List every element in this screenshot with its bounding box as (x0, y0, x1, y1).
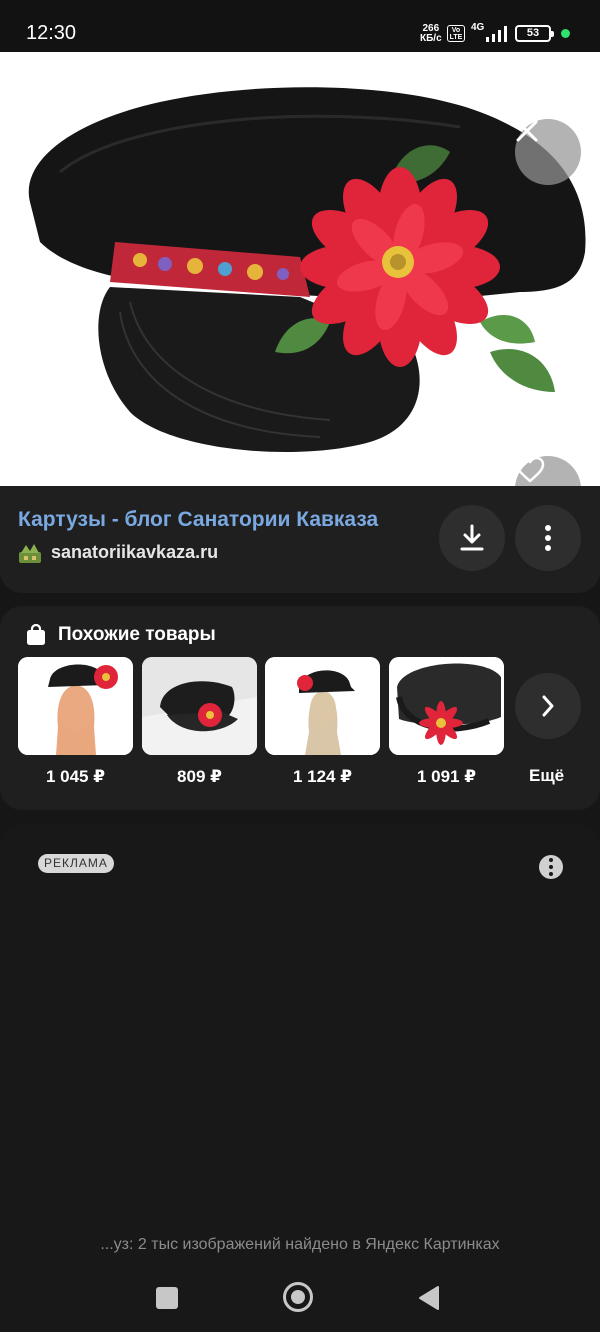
status-bar: 12:30 266 КБ/с Vo LTE 4G 53 (0, 0, 600, 52)
network-type: 4G (471, 22, 485, 33)
back-button[interactable] (418, 1285, 440, 1311)
product-image[interactable] (389, 657, 504, 755)
ad-menu-button[interactable] (539, 855, 563, 879)
volte-icon: Vo LTE (447, 25, 465, 42)
more-options-button[interactable] (515, 505, 581, 571)
cap-with-flower-image (28, 87, 586, 452)
results-count-text: ...уз: 2 тыс изображений найдено в Яндек… (100, 1236, 500, 1253)
system-nav-bar (0, 1262, 600, 1332)
similar-next-button[interactable] (515, 673, 581, 739)
similar-products-title: Похожие товары (58, 624, 216, 645)
site-favicon-icon (19, 544, 41, 563)
recents-button[interactable] (156, 1287, 178, 1309)
vertical-dots-icon (545, 525, 551, 551)
home-button[interactable] (283, 1282, 313, 1312)
signal-icon (486, 26, 507, 42)
product-image[interactable] (18, 657, 133, 755)
main-image[interactable] (0, 52, 600, 486)
close-icon (516, 120, 538, 142)
status-time: 12:30 (26, 22, 77, 44)
image-info-card: Картузы - блог Санатории Кавказа sanator… (0, 486, 600, 593)
product-card[interactable]: 1 091 ₽ (389, 657, 504, 787)
product-price: 809 ₽ (177, 767, 222, 786)
network-speed: 266 КБ/с (420, 23, 442, 44)
product-card[interactable]: 809 ₽ (142, 657, 257, 787)
chevron-right-icon (542, 695, 554, 717)
download-button[interactable] (439, 505, 505, 571)
privacy-dot-icon (561, 29, 570, 38)
source-site-link[interactable]: sanatoriikavkaza.ru (51, 542, 218, 563)
product-card[interactable]: 1 124 ₽ (265, 657, 380, 787)
ad-block: РЕКЛАМА (0, 824, 600, 1332)
download-icon (460, 524, 484, 551)
close-button[interactable] (515, 119, 581, 185)
product-image[interactable] (142, 657, 257, 755)
shopping-bag-icon (27, 624, 45, 645)
product-price: 1 091 ₽ (416, 767, 477, 786)
ad-badge: РЕКЛАМА (38, 854, 114, 873)
product-image[interactable] (265, 657, 380, 755)
similar-more-link[interactable]: Ещё (529, 766, 564, 786)
product-price: 1 124 ₽ (292, 767, 353, 786)
battery-icon: 53 (515, 25, 554, 42)
product-price: 1 045 ₽ (45, 767, 106, 786)
product-card[interactable]: 1 045 ₽ (18, 657, 133, 787)
heart-icon (515, 456, 545, 483)
source-title-link[interactable]: Картузы - блог Санатории Кавказа (18, 508, 378, 532)
similar-products-section: Похожие товары 1 045 ₽ 809 ₽ 1 124 ₽ 1 0… (0, 606, 600, 810)
vertical-dots-icon (549, 858, 553, 862)
similar-products-header: Похожие товары (26, 624, 216, 646)
